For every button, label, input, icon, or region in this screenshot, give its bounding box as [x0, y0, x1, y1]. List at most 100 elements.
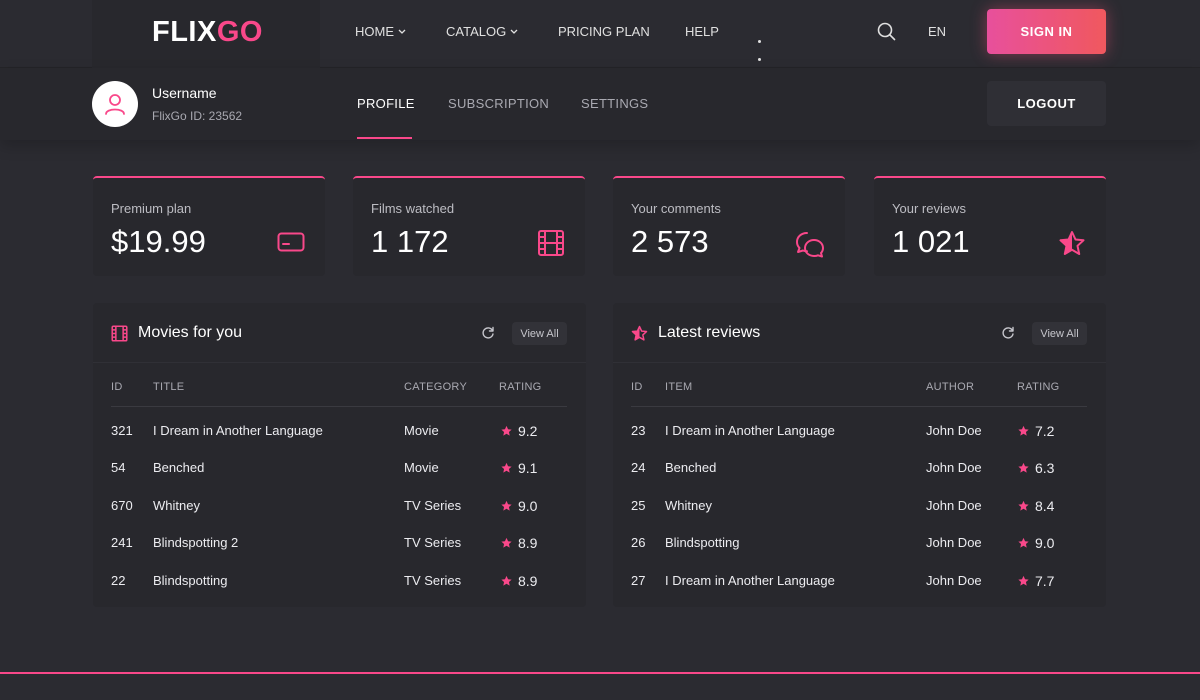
table-row[interactable]: 54 Benched Movie 9.1 [111, 450, 567, 486]
star-icon [501, 425, 512, 436]
column-header-title: TITLE [153, 381, 185, 393]
panel-header: Latest reviews View All [613, 303, 1106, 363]
nav-item-help[interactable]: HELP [685, 24, 719, 39]
table-row[interactable]: 321 I Dream in Another Language Movie 9.… [111, 413, 567, 449]
tab-settings[interactable]: SETTINGS [581, 96, 648, 111]
panel-title: Latest reviews [658, 324, 761, 341]
logout-button[interactable]: LOGOUT [987, 81, 1106, 126]
table-row[interactable]: 24 Benched John Doe 6.3 [631, 450, 1087, 486]
flixgo-logo[interactable]: FLIXGO [152, 16, 263, 49]
row-rating: 9.2 [500, 423, 537, 439]
nav-item-label: PRICING PLAN [558, 24, 650, 39]
stat-value: $19.99 [111, 224, 206, 259]
table-row[interactable]: 26 Blindspotting John Doe 9.0 [631, 525, 1087, 561]
row-id: 24 [631, 460, 646, 475]
row-rating: 9.1 [500, 460, 537, 476]
table-row[interactable]: 25 Whitney John Doe 8.4 [631, 488, 1087, 524]
rating-value: 7.2 [1035, 423, 1055, 439]
table-row[interactable]: 27 I Dream in Another Language John Doe … [631, 563, 1087, 599]
row-item: I Dream in Another Language [665, 423, 835, 438]
rating-value: 9.1 [518, 460, 538, 476]
table-header: ID ITEM AUTHOR RATING [631, 363, 1087, 407]
row-id: 23 [631, 423, 646, 438]
stat-label: Premium plan [111, 201, 192, 216]
stat-value: 1 021 [892, 224, 970, 259]
table-row[interactable]: 241 Blindspotting 2 TV Series 8.9 [111, 525, 567, 561]
footer-divider [0, 672, 1200, 674]
rating-value: 8.9 [518, 535, 538, 551]
search-icon[interactable] [877, 22, 896, 41]
table-row[interactable]: 22 Blindspotting TV Series 8.9 [111, 563, 567, 599]
row-rating: 8.9 [500, 535, 537, 551]
chevron-down-icon [398, 29, 406, 34]
row-rating: 7.7 [1017, 573, 1054, 589]
refresh-icon[interactable] [481, 326, 495, 340]
sign-in-button[interactable]: SIGN IN [987, 9, 1106, 54]
star-icon [1018, 537, 1029, 548]
table-row[interactable]: 670 Whitney TV Series 9.0 [111, 488, 567, 524]
logo-text-flix: FLIX [152, 16, 217, 48]
row-author: John Doe [926, 423, 982, 438]
nav-item-catalog[interactable]: CATALOG [446, 24, 518, 39]
star-icon [1018, 500, 1029, 511]
language-selector[interactable]: EN [928, 24, 946, 39]
tab-profile[interactable]: PROFILE [357, 96, 415, 111]
active-tab-indicator [357, 137, 412, 139]
row-category: TV Series [404, 498, 462, 513]
row-id: 25 [631, 498, 646, 513]
row-id: 54 [111, 460, 126, 475]
rating-value: 7.7 [1035, 573, 1055, 589]
top-header: FLIXGO HOME CATALOG PRICING PLAN HELP EN… [0, 0, 1200, 79]
username: Username [152, 85, 217, 101]
column-header-rating: RATING [1017, 381, 1060, 393]
column-header-id: ID [631, 381, 643, 393]
tab-subscription[interactable]: SUBSCRIPTION [448, 96, 549, 111]
view-all-button[interactable]: View All [512, 322, 567, 345]
table-row[interactable]: 23 I Dream in Another Language John Doe … [631, 413, 1087, 449]
table-header: ID TITLE CATEGORY RATING [111, 363, 567, 407]
row-id: 22 [111, 573, 126, 588]
column-header-author: AUTHOR [926, 381, 975, 393]
star-icon [501, 575, 512, 586]
refresh-icon[interactable] [1001, 326, 1015, 340]
row-id: 670 [111, 498, 133, 513]
view-all-button[interactable]: View All [1032, 322, 1087, 345]
row-title: Blindspotting 2 [153, 535, 239, 550]
row-item: Benched [665, 460, 717, 475]
avatar [92, 81, 138, 127]
star-icon [1018, 462, 1029, 473]
comments-icon [796, 232, 824, 258]
logo-text-go: GO [216, 16, 263, 48]
row-id: 321 [111, 423, 133, 438]
column-header-item: ITEM [665, 381, 693, 393]
latest-reviews-panel: Latest reviews View All ID ITEM AUTHOR R… [613, 303, 1106, 607]
nav-item-home[interactable]: HOME [355, 24, 406, 39]
credit-card-icon [277, 232, 305, 252]
row-rating: 8.9 [500, 573, 537, 589]
row-category: TV Series [404, 573, 462, 588]
column-header-id: ID [111, 381, 123, 393]
row-item: Whitney [665, 498, 712, 513]
row-item: I Dream in Another Language [665, 573, 835, 588]
row-rating: 9.0 [1017, 535, 1054, 551]
panel-header: Movies for you View All [93, 303, 586, 363]
stat-card-premium-plan: Premium plan $19.99 [93, 176, 325, 276]
row-rating: 7.2 [1017, 423, 1054, 439]
film-icon [538, 230, 564, 256]
stat-label: Your reviews [892, 201, 966, 216]
row-author: John Doe [926, 573, 982, 588]
row-id: 26 [631, 535, 646, 550]
star-icon [501, 500, 512, 511]
row-rating: 9.0 [500, 498, 537, 514]
nav-item-pricing-plan[interactable]: PRICING PLAN [558, 24, 650, 39]
star-icon [1018, 575, 1029, 586]
user-icon [105, 94, 125, 115]
star-icon [1059, 231, 1085, 255]
row-rating: 8.4 [1017, 498, 1054, 514]
film-icon [111, 325, 128, 342]
rating-value: 9.0 [518, 498, 538, 514]
star-icon [631, 325, 648, 341]
column-header-rating: RATING [499, 381, 542, 393]
panel-title: Movies for you [138, 324, 243, 341]
star-icon [501, 537, 512, 548]
